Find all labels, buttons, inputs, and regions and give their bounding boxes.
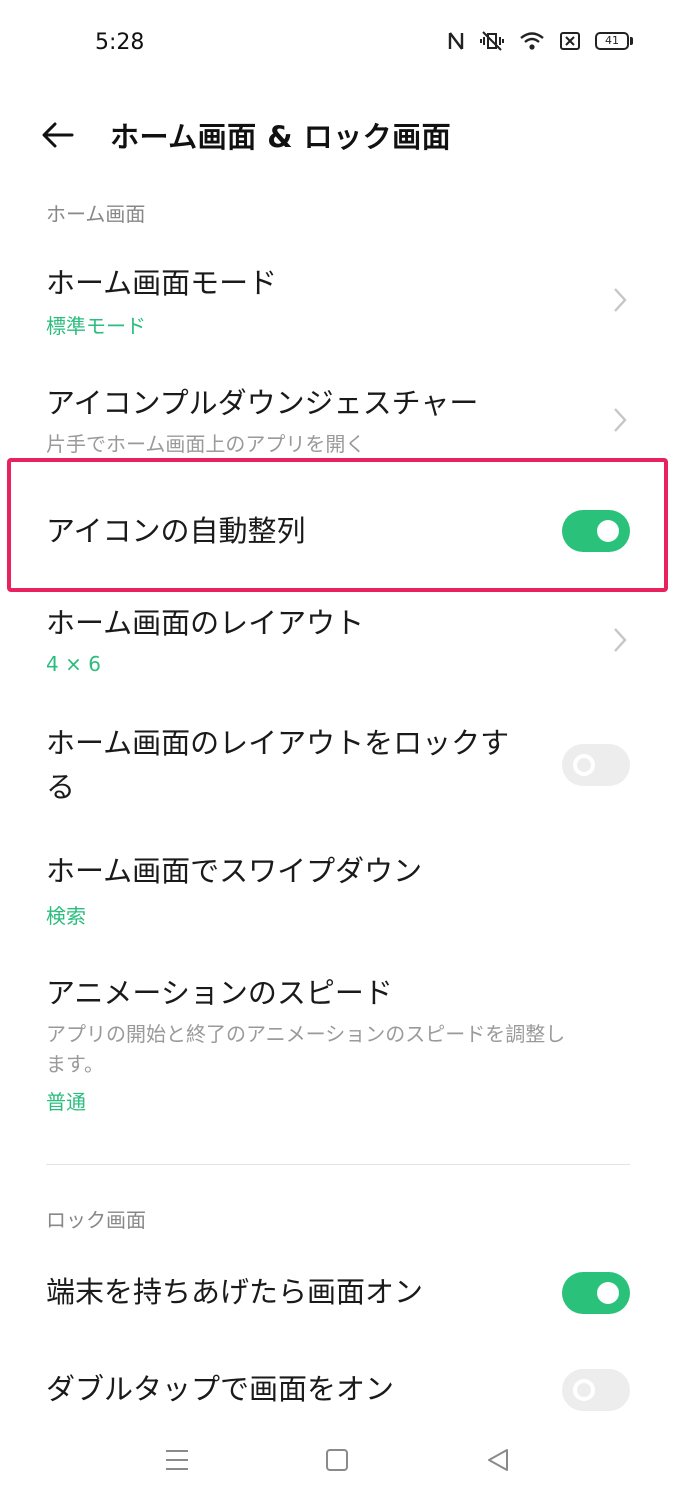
- back-triangle-icon[interactable]: [478, 1442, 518, 1478]
- setting-value: 標準モード: [46, 314, 146, 338]
- status-time: 5:28: [95, 30, 145, 55]
- setting-title: アイコンの自動整列: [46, 514, 306, 548]
- section-header-home: ホーム画面: [46, 202, 146, 226]
- navigation-bar: [0, 1420, 675, 1500]
- battery-icon: 41: [595, 32, 633, 50]
- setting-title-line2: る: [46, 770, 76, 804]
- setting-value: 普通: [46, 1090, 86, 1114]
- setting-description-line1: アプリの開始と終了のアニメーションのスピードを調整し: [46, 1022, 566, 1046]
- setting-description: 片手でホーム画面上のアプリを開く: [46, 432, 366, 456]
- section-header-lock: ロック画面: [46, 1208, 146, 1232]
- toggle-knob: [573, 754, 595, 776]
- wifi-icon: [519, 31, 545, 51]
- app-bar: ホーム画面 & ロック画面: [0, 100, 675, 170]
- status-bar: 5:28 41: [0, 0, 675, 80]
- setting-home-screen-mode[interactable]: ホーム画面モード 標準モード: [0, 250, 675, 350]
- menu-lines-icon[interactable]: [157, 1442, 197, 1478]
- auto-arrange-toggle[interactable]: [562, 510, 630, 552]
- page-title: ホーム画面 & ロック画面: [110, 120, 452, 154]
- home-square-icon[interactable]: [317, 1442, 357, 1478]
- setting-double-tap-wake[interactable]: ダブルタップで画面をオン: [0, 1355, 675, 1425]
- setting-title: ホーム画面のレイアウト: [46, 606, 365, 640]
- toggle-knob: [597, 1282, 619, 1304]
- setting-animation-speed[interactable]: アニメーションのスピード アプリの開始と終了のアニメーションのスピードを調整し …: [0, 970, 675, 1120]
- setting-title: 端末を持ちあげたら画面オン: [46, 1275, 424, 1309]
- setting-icon-pulldown-gesture[interactable]: アイコンプルダウンジェスチャー 片手でホーム画面上のアプリを開く: [0, 370, 675, 462]
- setting-title: ホーム画面モード: [46, 266, 278, 300]
- setting-lock-layout[interactable]: ホーム画面のレイアウトをロックす る: [0, 720, 675, 815]
- chevron-right-icon: [614, 288, 627, 312]
- setting-value: 検索: [46, 904, 86, 928]
- status-icons: 41: [447, 30, 633, 52]
- raise-to-wake-toggle[interactable]: [562, 1272, 630, 1314]
- lock-layout-toggle[interactable]: [562, 744, 630, 786]
- setting-home-layout[interactable]: ホーム画面のレイアウト 4 × 6: [0, 600, 675, 690]
- toggle-knob: [573, 1379, 595, 1401]
- chevron-right-icon: [614, 628, 627, 652]
- nfc-icon: [447, 31, 465, 51]
- setting-value: 4 × 6: [46, 652, 101, 676]
- sim-blocked-icon: [559, 31, 581, 51]
- back-arrow-icon[interactable]: [38, 114, 80, 156]
- setting-title: アイコンプルダウンジェスチャー: [46, 386, 479, 420]
- setting-description-line2: ます。: [46, 1052, 104, 1076]
- setting-title: ダブルタップで画面をオン: [46, 1372, 395, 1406]
- chevron-right-icon: [614, 408, 627, 432]
- setting-title: アニメーションのスピード: [46, 976, 393, 1010]
- toggle-knob: [597, 520, 619, 542]
- setting-auto-arrange-icons[interactable]: アイコンの自動整列: [0, 470, 675, 590]
- setting-raise-to-wake[interactable]: 端末を持ちあげたら画面オン: [0, 1256, 675, 1326]
- setting-swipe-down[interactable]: ホーム画面でスワイプダウン 検索: [0, 850, 675, 930]
- vibrate-mute-icon: [479, 30, 505, 52]
- battery-level: 41: [595, 32, 629, 50]
- double-tap-toggle[interactable]: [562, 1369, 630, 1411]
- section-divider: [46, 1164, 630, 1165]
- setting-title: ホーム画面でスワイプダウン: [46, 854, 423, 888]
- setting-title-line1: ホーム画面のレイアウトをロックす: [46, 726, 510, 760]
